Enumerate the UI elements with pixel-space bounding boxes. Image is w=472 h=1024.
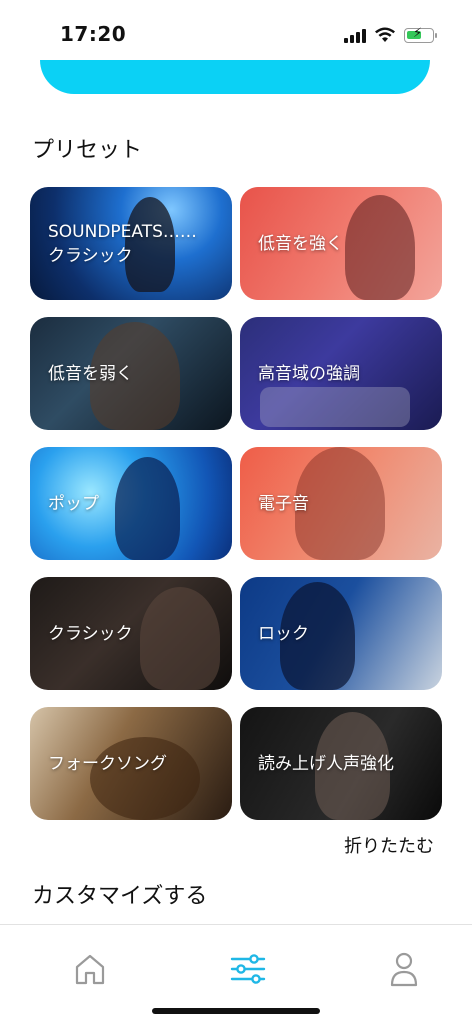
preset-label: クラシック	[48, 623, 133, 644]
profile-icon	[390, 952, 418, 987]
preset-label: 低音を弱く	[48, 363, 133, 384]
battery-icon: ⚡	[404, 25, 437, 43]
preset-label: フォークソング	[48, 753, 167, 774]
preset-pop[interactable]: ポップ	[30, 447, 232, 560]
charging-bolt-icon: ⚡	[413, 25, 423, 41]
preset-label: ポップ	[48, 493, 99, 514]
home-icon	[75, 954, 105, 985]
home-indicator	[152, 1008, 320, 1014]
preset-label: 低音を強く	[258, 233, 343, 254]
preset-soundpeats-classic[interactable]: SOUNDPEATS…… クラシック	[30, 187, 232, 300]
preset-label: 電子音	[258, 493, 309, 514]
preset-label-line1: SOUNDPEATS……	[48, 221, 197, 242]
cellular-signal-icon	[344, 27, 366, 43]
acoustic-guitar-silhouette	[90, 737, 200, 820]
wifi-icon	[375, 27, 395, 42]
equalizer-icon	[230, 954, 266, 984]
status-icons: ⚡	[344, 24, 437, 46]
preset-rock[interactable]: ロック	[240, 577, 442, 690]
preset-label: 読み上げ人声強化	[258, 753, 394, 774]
screen: 17:20 ⚡ プリセット SOUNDPEATS…… クラシック 低音を強く 低…	[0, 0, 472, 1024]
current-mode-button[interactable]	[40, 60, 430, 94]
status-time: 17:20	[60, 22, 127, 46]
preset-label: SOUNDPEATS…… クラシック	[48, 220, 222, 268]
preset-bass-reduce[interactable]: 低音を弱く	[30, 317, 232, 430]
drum-silhouette	[260, 387, 410, 427]
collapse-button[interactable]: 折りたたむ	[344, 832, 434, 858]
tab-home[interactable]	[68, 947, 112, 991]
preset-bass-boost[interactable]: 低音を強く	[240, 187, 442, 300]
tab-profile[interactable]	[382, 947, 426, 991]
preset-label: ロック	[258, 623, 309, 644]
preset-folk[interactable]: フォークソング	[30, 707, 232, 820]
preset-treble-boost[interactable]: 高音域の強調	[240, 317, 442, 430]
preset-electronic[interactable]: 電子音	[240, 447, 442, 560]
preset-voice-boost[interactable]: 読み上げ人声強化	[240, 707, 442, 820]
presets-title: プリセット	[32, 138, 143, 163]
preset-label-line2: クラシック	[48, 245, 133, 266]
customize-title: カスタマイズする	[32, 884, 208, 909]
tab-equalizer[interactable]	[226, 947, 270, 991]
preset-classical[interactable]: クラシック	[30, 577, 232, 690]
preset-label: 高音域の強調	[258, 363, 360, 384]
